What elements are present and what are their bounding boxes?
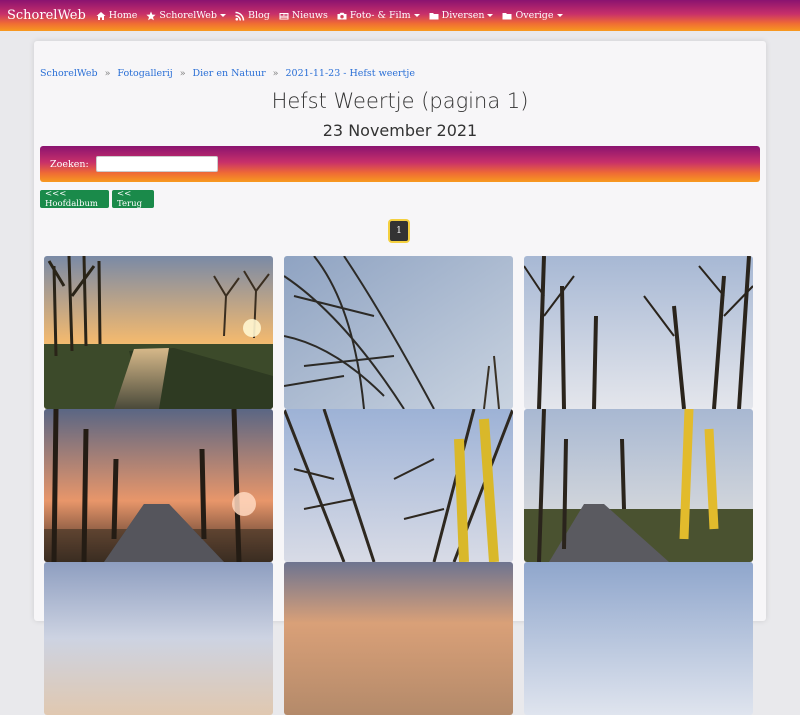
- search-label: Zoeken:: [50, 158, 89, 170]
- nav-blog-label: Blog: [247, 10, 270, 21]
- folder-icon: [502, 12, 512, 19]
- nav-home-label: Home: [108, 10, 138, 21]
- star-icon: [146, 11, 157, 20]
- chevron-down-icon: [413, 14, 420, 17]
- photo-thumbnail-4[interactable]: [44, 409, 273, 562]
- photo-thumbnail-2[interactable]: [284, 256, 513, 409]
- nav-overige-label: Overige: [515, 10, 554, 21]
- photo-bare-branches: [284, 256, 513, 409]
- photo-canal-sunset: [44, 256, 273, 409]
- newspaper-icon: [279, 12, 289, 19]
- photo-tree-lane: [524, 256, 753, 409]
- nav-nieuws[interactable]: Nieuws: [279, 10, 328, 21]
- nav-schorelweb[interactable]: SchorelWeb: [146, 10, 226, 21]
- chevron-down-icon: [487, 14, 494, 17]
- search-bar: Zoeken:: [40, 146, 760, 182]
- photo-thumbnail-5[interactable]: [284, 409, 513, 562]
- photo-thumbnail-9[interactable]: [524, 562, 753, 715]
- nav-blog[interactable]: Blog: [235, 10, 270, 21]
- chevron-down-icon: [556, 14, 563, 17]
- brand-link[interactable]: SchorelWeb: [7, 8, 86, 23]
- nav-home[interactable]: Home: [96, 10, 138, 21]
- breadcrumb: SchorelWeb » Fotogallerij » Dier en Natu…: [40, 68, 415, 79]
- breadcrumb-item-schorelweb[interactable]: SchorelWeb: [40, 68, 98, 79]
- pagination-page-1[interactable]: 1: [390, 221, 408, 241]
- nav-schorelweb-label: SchorelWeb: [159, 10, 217, 21]
- breadcrumb-separator: »: [104, 68, 111, 79]
- page-title: Hefst Weertje (pagina 1): [271, 89, 529, 113]
- nav-nieuws-label: Nieuws: [291, 10, 328, 21]
- back-button[interactable]: << Terug: [112, 189, 154, 209]
- breadcrumb-item-dier-en-natuur[interactable]: Dier en Natuur: [193, 68, 266, 79]
- breadcrumb-separator: »: [179, 68, 186, 79]
- album-date: 23 November 2021: [322, 121, 478, 140]
- breadcrumb-item-album[interactable]: 2021-11-23 - Hefst weertje: [285, 68, 414, 79]
- photo-sunlit-avenue: [524, 409, 753, 562]
- photo-yellow-trunks: [284, 409, 513, 562]
- photo-blue-sky: [524, 562, 753, 715]
- photo-evening-sky: [44, 562, 273, 715]
- breadcrumb-separator: »: [272, 68, 279, 79]
- photo-thumbnail-3[interactable]: [524, 256, 753, 409]
- main-album-button[interactable]: <<< Hoofdalbum: [40, 189, 109, 209]
- nav-diversen-label: Diversen: [441, 10, 485, 21]
- photo-thumbnail-7[interactable]: [44, 562, 273, 715]
- breadcrumb-item-fotogallerij[interactable]: Fotogallerij: [117, 68, 172, 79]
- nav-foto-film[interactable]: Foto- & Film: [337, 10, 420, 21]
- photo-thumbnail-8[interactable]: [284, 562, 513, 715]
- nav-diversen[interactable]: Diversen: [429, 10, 494, 21]
- photo-thumbnail-1[interactable]: [44, 256, 273, 409]
- camera-icon: [337, 12, 347, 19]
- folder-icon: [429, 12, 439, 19]
- photo-path-sunset: [44, 409, 273, 562]
- content-panel: SchorelWeb » Fotogallerij » Dier en Natu…: [34, 41, 766, 715]
- navbar: SchorelWeb Home SchorelWeb Blog Nieuws F…: [0, 0, 800, 31]
- nav-overige[interactable]: Overige: [502, 10, 563, 21]
- home-icon: [96, 11, 106, 20]
- chevron-down-icon: [219, 14, 226, 17]
- search-input[interactable]: [95, 156, 218, 172]
- nav-foto-film-label: Foto- & Film: [349, 10, 411, 21]
- photo-thumbnail-6[interactable]: [524, 409, 753, 562]
- rss-icon: [235, 11, 245, 20]
- photo-sunset-clouds: [284, 562, 513, 715]
